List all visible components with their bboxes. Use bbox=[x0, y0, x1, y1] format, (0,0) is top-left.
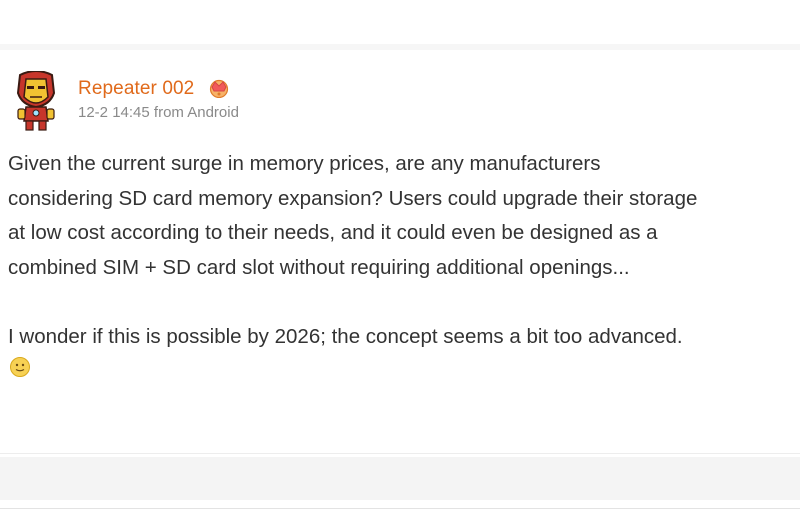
post-body: Given the current surge in memory prices… bbox=[8, 147, 798, 355]
top-band bbox=[0, 0, 800, 50]
avatar-ironman-icon bbox=[16, 70, 56, 131]
crown-badge-icon bbox=[209, 79, 229, 98]
post-line: considering SD card memory expansion? Us… bbox=[8, 186, 698, 210]
bottom-band bbox=[0, 457, 800, 500]
post-line: I wonder if this is possible by 2026; th… bbox=[8, 325, 683, 348]
post-meta: 12-2 14:45 from Android bbox=[78, 104, 239, 122]
smile-emoji-icon bbox=[10, 357, 30, 377]
post-line: at low cost according to their needs, an… bbox=[8, 221, 658, 244]
timestamp[interactable]: 12-2 14:45 bbox=[78, 104, 150, 121]
post-card: Repeater 002 12-2 14:45 from Android Giv… bbox=[0, 51, 800, 509]
source: from Android bbox=[153, 104, 239, 121]
post-line: Given the current surge in memory prices… bbox=[8, 152, 601, 175]
username[interactable]: Repeater 002 bbox=[78, 78, 194, 100]
avatar[interactable] bbox=[12, 70, 60, 133]
post-line: combined SIM + SD card slot without requ… bbox=[8, 255, 630, 279]
